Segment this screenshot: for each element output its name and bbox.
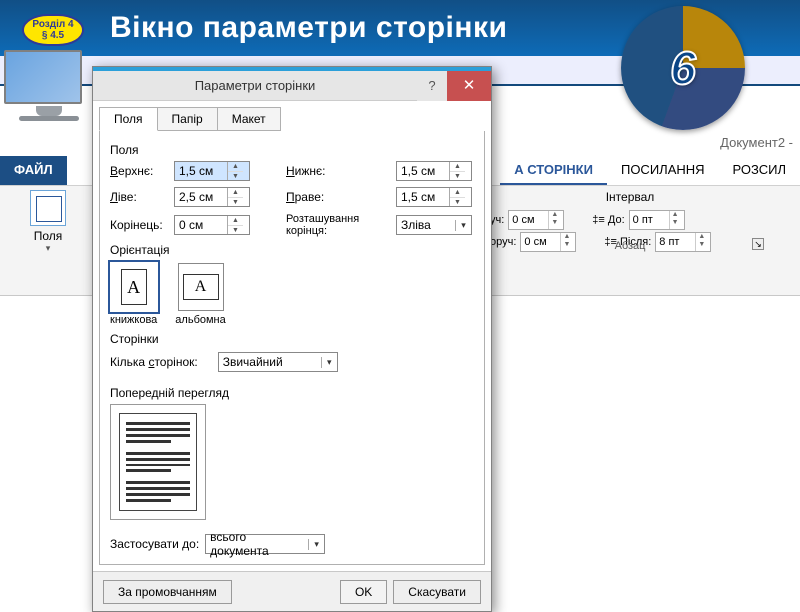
page-setup-dialog: Параметри сторінки ? ✕ Поля Папір Макет …	[92, 66, 492, 612]
tab-paper[interactable]: Папір	[157, 107, 218, 131]
document-title: Документ2 -	[720, 135, 793, 150]
spacing-header: Інтервал	[490, 186, 770, 208]
space-before-label: ‡≡ До:	[592, 214, 624, 226]
help-button[interactable]: ?	[417, 71, 447, 101]
dialog-tabs: Поля Папір Макет	[93, 101, 491, 131]
indent-right-input[interactable]: 0 см▲▼	[520, 232, 576, 252]
slide-title: Вікно параметри сторінки	[110, 11, 507, 45]
monitor-graphic	[4, 50, 94, 128]
orientation-section-label: Орієнтація	[110, 243, 474, 257]
close-button[interactable]: ✕	[447, 71, 491, 101]
dialog-pane: Поля Верхнє: ▲▼ Нижнє: ▲▼ Ліве: ▲▼ Праве…	[99, 131, 485, 565]
margin-left-label: Ліве:	[110, 190, 174, 204]
indent-left-input[interactable]: 0 см▲▼	[508, 210, 564, 230]
margin-top-label: Верхнє:	[110, 164, 174, 178]
slide-number: 6	[670, 41, 696, 95]
preview-page-icon	[119, 413, 197, 511]
tab-file[interactable]: ФАЙЛ	[0, 156, 67, 185]
dialog-titlebar[interactable]: Параметри сторінки ? ✕	[93, 71, 491, 101]
indent-right-label: оруч:	[490, 236, 516, 248]
slide-number-badge: 6	[621, 6, 745, 130]
preview-section-label: Попередній перегляд	[110, 386, 474, 400]
tab-page-layout[interactable]: А СТОРІНКИ	[500, 156, 607, 185]
multipage-select[interactable]: Звичайний▾	[218, 352, 338, 372]
chapter-line1: Розділ 4	[32, 19, 73, 30]
margin-bottom-input[interactable]: ▲▼	[396, 161, 472, 181]
multipage-label: Кілька сторінок:	[110, 355, 198, 369]
space-after-input[interactable]: 8 пт▲▼	[655, 232, 711, 252]
tab-references[interactable]: ПОСИЛАННЯ	[607, 156, 719, 185]
margins-label: Поля	[34, 229, 63, 243]
indent-left-label: уч:	[490, 214, 504, 226]
margins-dropdown[interactable]: Поля ▾	[30, 190, 66, 254]
orientation-portrait-label: книжкова	[110, 314, 157, 326]
tab-layout[interactable]: Макет	[217, 107, 281, 131]
margin-bottom-label: Нижнє:	[286, 164, 396, 178]
orientation-portrait[interactable]: A книжкова	[110, 263, 157, 326]
gutter-pos-label: Розташування корінця:	[286, 213, 396, 237]
gutter-pos-select[interactable]: Зліва▾	[396, 215, 472, 235]
paragraph-spacing-group: Інтервал уч: 0 см▲▼ ‡≡ До: 0 пт▲▼ оруч: …	[490, 186, 770, 254]
chapter-line2: § 4.5	[42, 30, 64, 41]
margin-top-input[interactable]: ▲▼	[174, 161, 250, 181]
dialog-title: Параметри сторінки	[93, 71, 417, 100]
space-before-input[interactable]: 0 пт▲▼	[629, 210, 685, 230]
chevron-down-icon: ▾	[46, 243, 51, 254]
margins-section-label: Поля	[110, 143, 474, 157]
tab-fields[interactable]: Поля	[99, 107, 158, 131]
margin-right-label: Праве:	[286, 190, 396, 204]
tab-mailings[interactable]: РОЗСИЛ	[719, 156, 800, 185]
paragraph-section-label: Абзац	[615, 240, 646, 252]
chapter-badge: Розділ 4 § 4.5	[22, 14, 84, 46]
gutter-input[interactable]: ▲▼	[174, 215, 250, 235]
margins-icon	[30, 190, 66, 226]
paragraph-dialog-launcher[interactable]: ↘	[752, 238, 764, 250]
orientation-landscape[interactable]: A альбомна	[175, 263, 225, 326]
pages-section-label: Сторінки	[110, 332, 474, 346]
margin-right-input[interactable]: ▲▼	[396, 187, 472, 207]
gutter-label: Корінець:	[110, 218, 174, 232]
orientation-landscape-label: альбомна	[175, 314, 225, 326]
preview-box	[110, 404, 206, 520]
margin-left-input[interactable]: ▲▼	[174, 187, 250, 207]
apply-to-select[interactable]: всього документа▾	[205, 534, 325, 554]
apply-to-label: Застосувати до:	[110, 537, 199, 551]
dialog-footer: За промовчанням OK Скасувати	[93, 571, 491, 611]
